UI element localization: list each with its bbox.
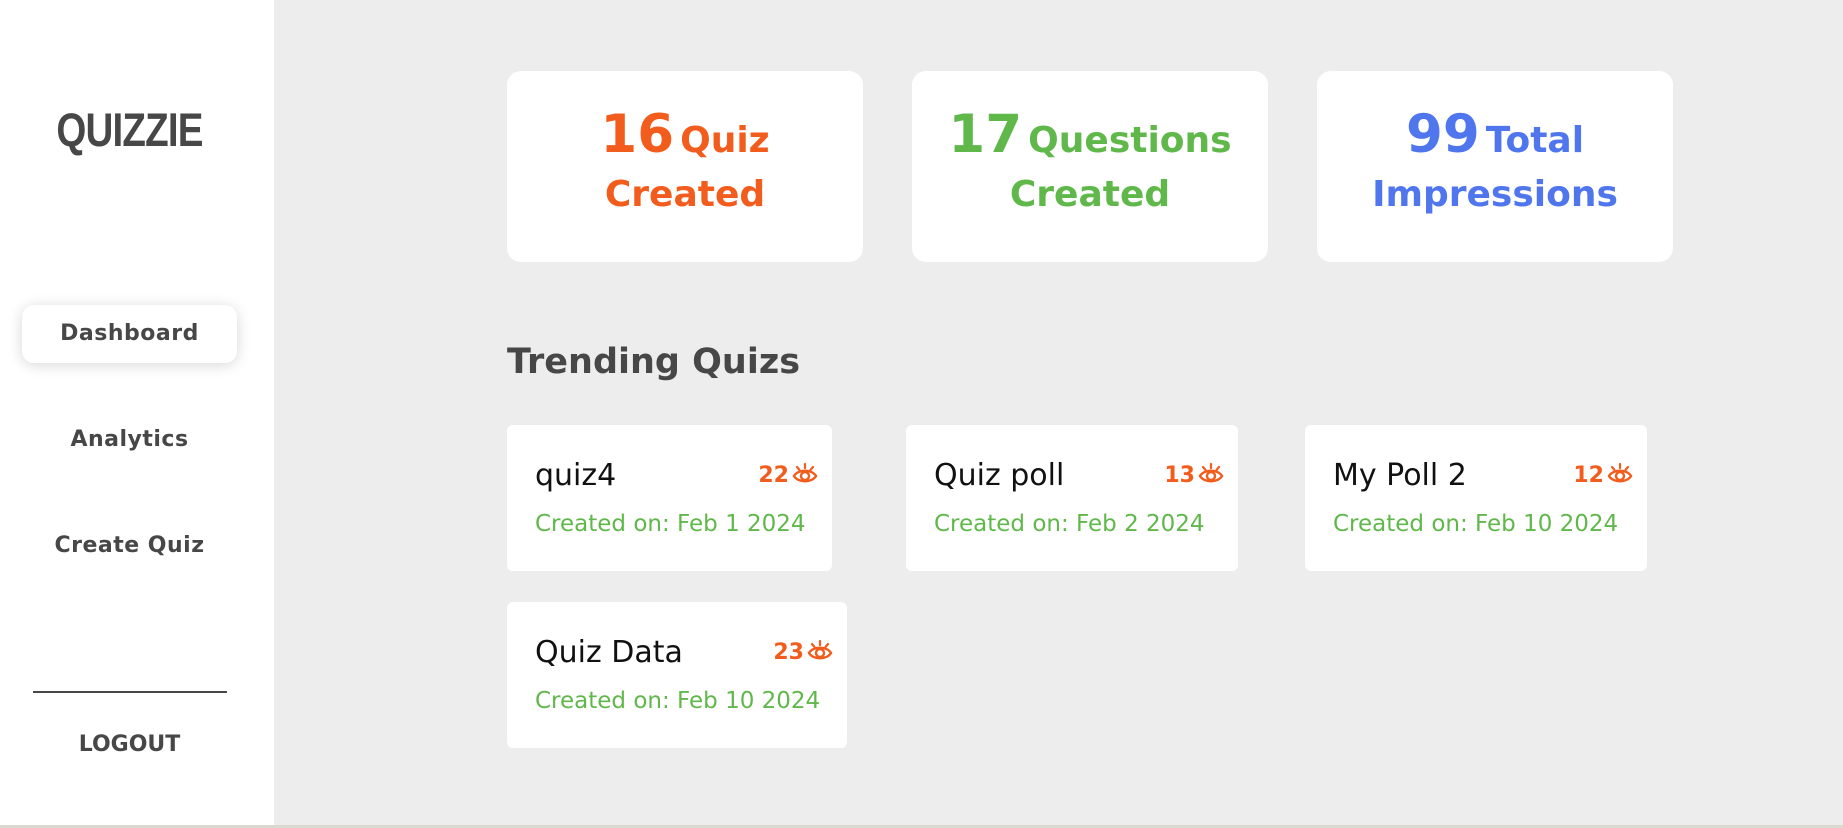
quiz-name: Quiz poll — [934, 458, 1065, 493]
quiz-created-date: Created on: Feb 10 2024 — [1333, 511, 1619, 537]
stat-card-total-impressions: 99 Total Impressions — [1317, 71, 1673, 262]
stat-card-questions-created: 17 Questions Created — [912, 71, 1268, 262]
stat-number: 16 — [600, 104, 675, 165]
eye-icon — [792, 462, 818, 483]
eye-icon — [1607, 462, 1633, 483]
eye-icon — [1198, 462, 1224, 483]
sidebar-item-create-quiz[interactable]: Create Quiz — [22, 517, 237, 575]
sidebar: QUIZZIE Dashboard Analytics Create Quiz … — [0, 0, 274, 825]
sidebar-item-label: Analytics — [70, 427, 189, 452]
sidebar-divider — [33, 691, 227, 693]
quiz-card[interactable]: Quiz Data 23 Created on: Feb 10 2024 — [507, 602, 847, 748]
quiz-name: My Poll 2 — [1333, 458, 1467, 493]
logout-button[interactable]: LOGOUT — [22, 732, 237, 757]
quiz-name: Quiz Data — [535, 635, 683, 670]
stat-label-second: Impressions — [1372, 174, 1618, 215]
main-content: 16 Quiz Created 17 Questions Created 99 Tot… — [274, 0, 1843, 825]
sidebar-item-label: Dashboard — [60, 321, 199, 346]
app-root: QUIZZIE Dashboard Analytics Create Quiz … — [0, 0, 1843, 825]
eye-icon — [807, 639, 833, 660]
stat-number: 99 — [1405, 104, 1480, 165]
view-count: 12 — [1573, 462, 1604, 488]
sidebar-item-analytics[interactable]: Analytics — [22, 411, 237, 469]
quiz-views: 23 — [773, 639, 833, 665]
sidebar-item-dashboard[interactable]: Dashboard — [22, 305, 237, 363]
quiz-views: 13 — [1164, 462, 1224, 488]
stat-line-primary: 16 Quiz — [507, 103, 863, 167]
quiz-created-date: Created on: Feb 10 2024 — [535, 688, 821, 714]
quiz-views: 22 — [758, 462, 818, 488]
stat-label-word: Questions — [1028, 120, 1232, 161]
quiz-created-date: Created on: Feb 2 2024 — [934, 511, 1205, 537]
stat-label-word: Total — [1485, 120, 1585, 161]
sidebar-item-label: Create Quiz — [54, 533, 205, 558]
stat-label-second: Created — [604, 174, 766, 215]
quiz-card[interactable]: quiz4 22 Created on: Feb 1 2024 — [507, 425, 832, 571]
quiz-name: quiz4 — [535, 458, 617, 493]
stat-card-quiz-created: 16 Quiz Created — [507, 71, 863, 262]
quiz-card[interactable]: My Poll 2 12 Created on: Feb 10 2024 — [1305, 425, 1647, 571]
quiz-views: 12 — [1573, 462, 1633, 488]
app-logo: QUIZZIE — [56, 103, 203, 156]
view-count: 13 — [1164, 462, 1195, 488]
stat-label-second: Created — [1009, 174, 1171, 215]
stat-line-primary: 99 Total — [1317, 103, 1673, 167]
quiz-created-date: Created on: Feb 1 2024 — [535, 511, 806, 537]
view-count: 22 — [758, 462, 789, 488]
trending-title: Trending Quizs — [507, 342, 801, 382]
view-count: 23 — [773, 639, 804, 665]
stat-number: 17 — [948, 104, 1023, 165]
stat-label-word: Quiz — [680, 120, 770, 161]
stat-line-primary: 17 Questions — [912, 103, 1268, 167]
quiz-card[interactable]: Quiz poll 13 Created on: Feb 2 2024 — [906, 425, 1238, 571]
